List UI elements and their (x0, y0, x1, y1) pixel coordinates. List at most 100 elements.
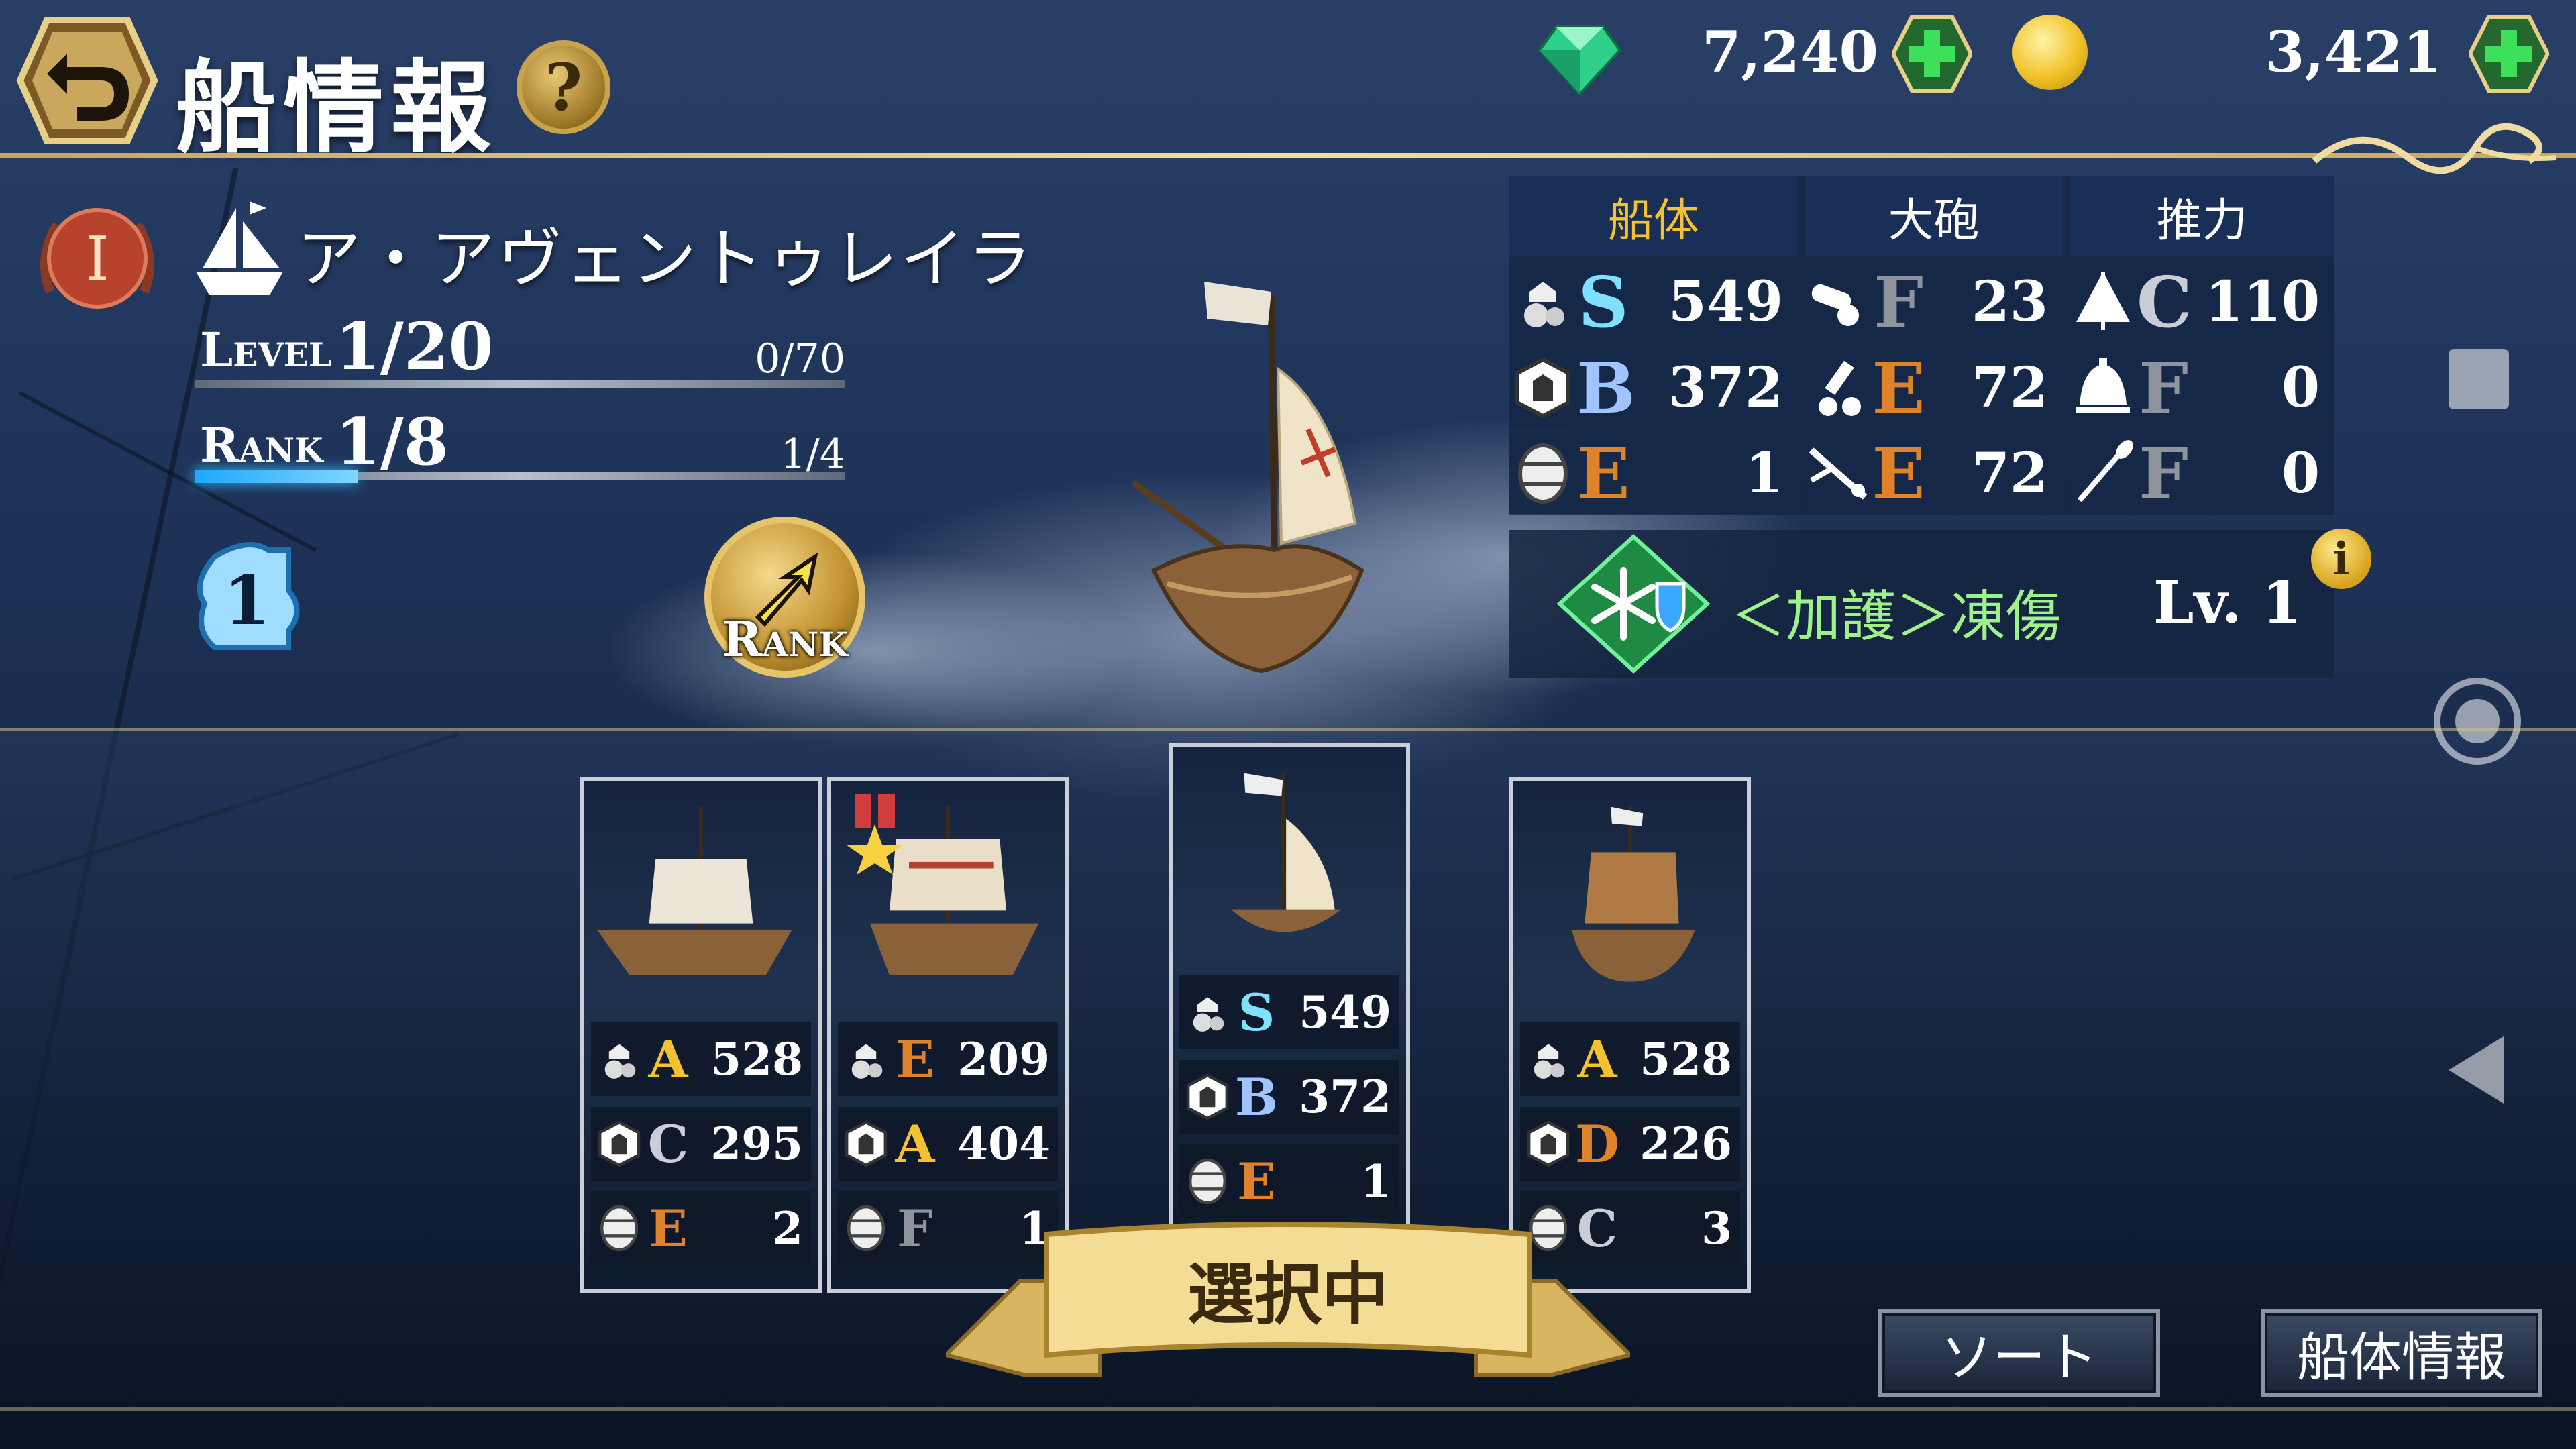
ship-name: ア・アヴェントゥレイラ (297, 221, 1034, 297)
section-divider (0, 728, 2576, 731)
help-button[interactable]: ? (517, 40, 610, 134)
level-label: Level (200, 322, 332, 378)
ship-slot-badge-icon[interactable]: 1 (188, 530, 309, 657)
rank-medal-icon: I (40, 208, 154, 309)
ship-type-icon (196, 201, 283, 295)
frost-skill-icon (1556, 533, 1711, 674)
stat-grade: B (1576, 346, 1635, 429)
stat-cell: B 372 (1509, 346, 1798, 429)
card-stat-grade: C (647, 1114, 689, 1174)
add-gems-button[interactable] (1892, 13, 1972, 94)
sort-button[interactable]: ソート (1878, 1309, 2160, 1397)
add-coins-button[interactable] (2469, 13, 2549, 94)
stat-grade: E (1872, 346, 1925, 429)
ship-card[interactable]: E 209 A 404 F 1 (827, 777, 1069, 1293)
info-icon[interactable]: i (2311, 529, 2371, 589)
stat-header-cannon: 大砲 (1805, 176, 2063, 256)
armor-icon (1182, 1071, 1233, 1122)
stat-grade: F (2139, 346, 2188, 429)
card-stat-value: 372 (1299, 1071, 1391, 1123)
stat-value: 1 (1744, 441, 1783, 506)
card-stat-grade: A (1577, 1029, 1617, 1089)
sail-icon (2070, 268, 2137, 335)
card-stat-value: 404 (957, 1118, 1050, 1170)
favorite-medal-icon (845, 794, 905, 875)
card-stat-value: 3 (1701, 1202, 1732, 1254)
mortar-icon (1805, 354, 1872, 421)
stat-value: 110 (2204, 270, 2320, 334)
stat-grade: E (1576, 432, 1630, 515)
selected-label: 選択中 (1187, 1255, 1389, 1334)
recent-apps-button[interactable] (2449, 349, 2509, 409)
stat-cell: E1 (1509, 432, 1798, 515)
card-stat-value: 295 (710, 1118, 803, 1170)
card-stat-row: C 295 (591, 1107, 811, 1181)
stat-value: 23 (1971, 270, 2048, 334)
card-stat-value: 549 (1299, 986, 1391, 1038)
card-stat-row: D 226 (1520, 1107, 1740, 1181)
card-stat-row: B 372 (1179, 1060, 1399, 1134)
card-stat-row: S 549 (1179, 975, 1399, 1049)
ship-thumbnail (1173, 747, 1406, 975)
crew-icon (1509, 268, 1576, 335)
ship-thumbnail (584, 781, 818, 1009)
home-button[interactable] (2434, 678, 2521, 765)
card-stat-value: 528 (1640, 1033, 1732, 1085)
barrel-icon (1509, 440, 1576, 507)
oar-icon (2070, 440, 2137, 507)
rank-progress-fill (195, 470, 358, 483)
barrel-icon (594, 1203, 645, 1254)
stat-grade: F (1874, 260, 1923, 343)
ship-card-selected[interactable]: S 549 B 372 E 1 (1169, 743, 1410, 1233)
rank-exp: 1/4 (780, 431, 845, 478)
barrel-icon (1182, 1156, 1233, 1207)
header-divider (0, 153, 2576, 158)
stat-value: 0 (2281, 441, 2320, 506)
crew-icon (841, 1034, 892, 1085)
back-nav-button[interactable] (2449, 1036, 2504, 1104)
rank-numeral: I (85, 224, 109, 294)
armor-icon (1509, 354, 1576, 421)
stat-grade: F (2139, 432, 2188, 515)
hull-info-button[interactable]: 船体情報 (2261, 1309, 2542, 1397)
gem-icon (1538, 25, 1622, 96)
card-stat-value: 1 (1360, 1155, 1391, 1208)
card-stat-row: E1 (1179, 1144, 1399, 1218)
cannon-icon (1805, 268, 1872, 335)
ship-thumbnail (1513, 781, 1747, 1009)
crew-icon (1182, 987, 1233, 1038)
page-title: 船情報 (176, 50, 498, 167)
rank-up-label: Rank (722, 610, 848, 667)
barrel-icon (841, 1203, 892, 1254)
card-stat-row: E2 (591, 1191, 811, 1265)
card-stat-grade: F (897, 1198, 933, 1258)
rank-value: 1/8 (335, 404, 449, 480)
stat-grade: E (1872, 432, 1925, 515)
stat-cell: E 72 (1805, 432, 2063, 515)
rank-label: Rank (200, 417, 323, 473)
stat-value: 549 (1668, 270, 1783, 334)
crew-icon (594, 1034, 645, 1085)
level-value: 1/20 (335, 309, 494, 384)
skill-level: Lv. 1 (2153, 569, 2302, 637)
rifle-icon (1805, 440, 1872, 507)
card-stat-value: 528 (710, 1033, 803, 1085)
stat-value: 0 (2281, 356, 2320, 420)
back-button[interactable] (13, 13, 161, 148)
ship-slot-number: 1 (223, 561, 270, 640)
card-stat-grade: E (896, 1029, 934, 1089)
card-stat-value: 209 (957, 1033, 1050, 1085)
stat-cell: F0 (2070, 432, 2334, 515)
ship-card[interactable]: A 528 C 295 E 2 (580, 777, 822, 1293)
armor-icon (841, 1118, 892, 1169)
card-stat-row: A 404 (838, 1107, 1058, 1181)
stat-grade: S (1578, 260, 1629, 343)
ship-card[interactable]: A 528 D 226 C 3 (1509, 777, 1751, 1293)
stat-grade: C (2137, 260, 2192, 343)
stat-header-propulsion: 推力 (2070, 176, 2334, 256)
card-stat-grade: B (1234, 1067, 1279, 1127)
stat-value: 372 (1668, 356, 1783, 420)
card-stat-grade: E (649, 1198, 688, 1258)
card-stat-row: A 528 (1520, 1022, 1740, 1096)
ornament-flourish (2312, 123, 2557, 174)
